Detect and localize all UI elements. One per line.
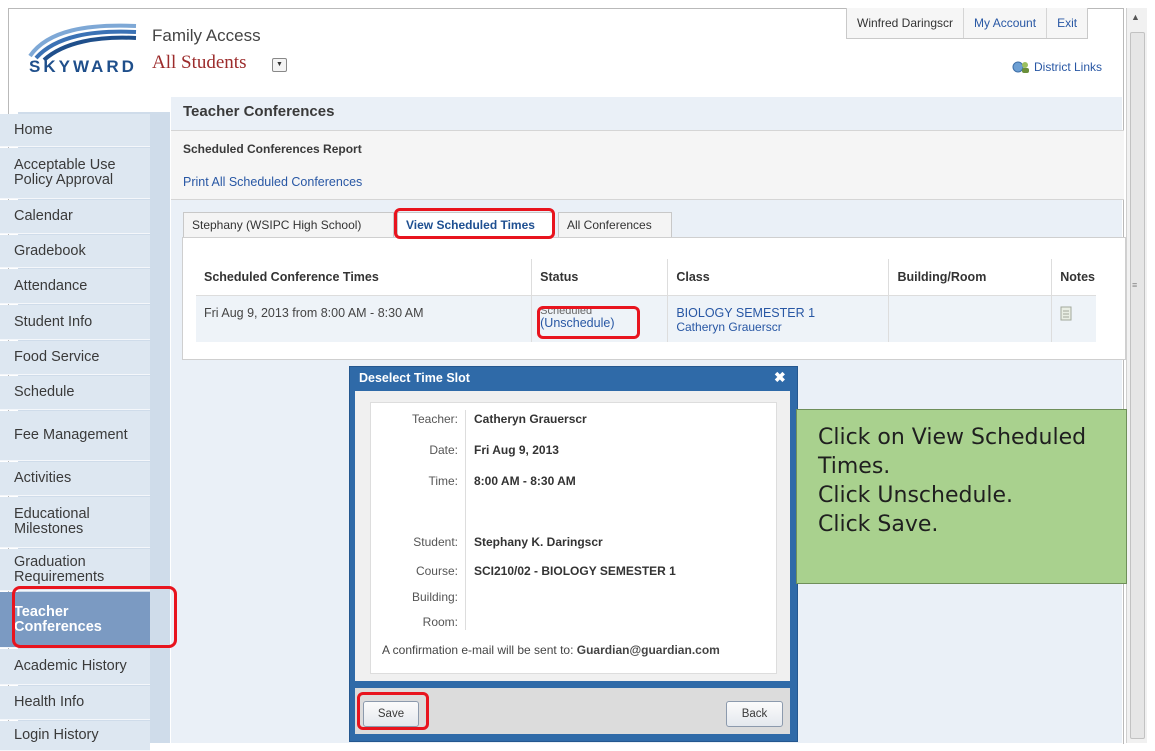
tab-all-conferences[interactable]: All Conferences [558,212,672,237]
student-select[interactable]: All Students [152,52,246,74]
note-icon[interactable] [1060,306,1072,321]
header-class: Class [667,259,890,296]
scheduled-times-table: Scheduled Conference Times Status Class … [196,259,1096,342]
page-title: Teacher Conferences [183,103,335,120]
report-title: Scheduled Conferences Report [183,142,362,156]
class-link[interactable]: BIOLOGY SEMESTER 1 [676,306,887,320]
highlight-save [357,692,429,730]
sidebar-item-health-info[interactable]: Health Info [0,686,150,720]
sidebar-item-fee-management[interactable]: Fee Management [0,411,150,461]
sidebar-item-educational-milestones[interactable]: Educational Milestones [0,497,150,548]
sidebar-item-academic-history[interactable]: Academic History [0,649,150,685]
note-line-1: Click on View Scheduled [818,425,1087,450]
sidebar-item-student-info[interactable]: Student Info [0,305,150,340]
sidebar-item-calendar[interactable]: Calendar [0,200,150,234]
notes-cell [1051,295,1096,342]
sidebar-item-graduation-requirements[interactable]: Graduation Requirements [0,549,150,591]
exit-link[interactable]: Exit [1047,8,1087,38]
top-nav: Winfred Daringscr My Account Exit [846,8,1089,39]
sidebar-item-schedule[interactable]: Schedule [0,376,150,410]
highlight-unschedule [537,306,640,339]
print-all-link[interactable]: Print All Scheduled Conferences [183,175,362,189]
note-line-4: Click Save. [818,512,939,537]
vertical-scrollbar[interactable]: ▲ ≡ [1126,8,1147,743]
user-name: Winfred Daringscr [847,8,965,38]
time-label: Time: [428,474,458,488]
district-links-label: District Links [1034,60,1103,74]
building-label: Building: [411,590,458,604]
note-line-2: Times. [818,454,891,479]
student-label: Student: [413,535,458,549]
confirmation-text: A confirmation e-mail will be sent to: G… [382,643,720,657]
class-cell: BIOLOGY SEMESTER 1 Catheryn Grauerscr [667,295,890,342]
header-times: Scheduled Conference Times [196,259,533,296]
close-icon[interactable]: ✖ [774,369,786,386]
header-status: Status [531,259,669,296]
confirmation-email: Guardian@guardian.com [576,643,720,657]
globe-people-icon [1012,61,1029,73]
back-button[interactable]: Back [726,701,783,727]
sidebar-item-food-service[interactable]: Food Service [0,341,150,375]
conference-time: Fri Aug 9, 2013 from 8:00 AM - 8:30 AM [196,295,533,342]
scroll-up-icon[interactable]: ▲ [1131,12,1140,22]
sidebar-item-home[interactable]: Home [0,114,150,147]
my-account-link[interactable]: My Account [964,8,1048,38]
details-divider [465,410,466,630]
skyward-logo: SKYWARD [28,22,140,78]
header-building-room: Building/Room [888,259,1053,296]
building-room-cell [888,295,1053,342]
table-row: Fri Aug 9, 2013 from 8:00 AM - 8:30 AM S… [196,295,1096,342]
instruction-note: Click on View Scheduled Times. Click Uns… [796,409,1127,584]
confirmation-prefix: A confirmation e-mail will be sent to: [382,643,574,657]
teacher-label: Teacher: [411,412,458,426]
scrollbar-thumb[interactable] [1130,32,1145,739]
district-links[interactable]: District Links [1012,60,1102,74]
app-title: Family Access [152,26,261,45]
chevron-down-icon[interactable]: ▼ [272,58,287,72]
course-value: SCI210/02 - BIOLOGY SEMESTER 1 [474,564,676,578]
swoosh-icon [28,23,137,62]
note-line-3: Click Unschedule. [818,483,1014,508]
sidebar-item-acceptable-use[interactable]: Acceptable Use Policy Approval [0,148,150,199]
sidebar-item-activities[interactable]: Activities [0,462,150,496]
logo-wordmark: SKYWARD [29,57,137,76]
date-label: Date: [429,443,458,457]
sidebar-item-gradebook[interactable]: Gradebook [0,235,150,268]
sidebar-item-login-history[interactable]: Login History [0,721,150,751]
student-value: Stephany K. Daringscr [474,535,603,549]
date-value: Fri Aug 9, 2013 [474,443,559,457]
teacher-link[interactable]: Catheryn Grauerscr [676,320,887,334]
time-value: 8:00 AM - 8:30 AM [474,474,576,488]
tab-student[interactable]: Stephany (WSIPC High School) [183,212,394,237]
report-box [171,130,1124,200]
course-label: Course: [415,564,458,578]
highlight-view-scheduled-times [394,208,555,239]
room-label: Room: [422,615,458,629]
teacher-value: Catheryn Grauerscr [474,412,587,426]
dialog-title: Deselect Time Slot [359,371,470,385]
sidebar-item-attendance[interactable]: Attendance [0,269,150,304]
scroll-grip-icon: ≡ [1132,280,1138,290]
highlight-teacher-conferences [12,586,177,648]
header-notes: Notes [1051,259,1096,296]
